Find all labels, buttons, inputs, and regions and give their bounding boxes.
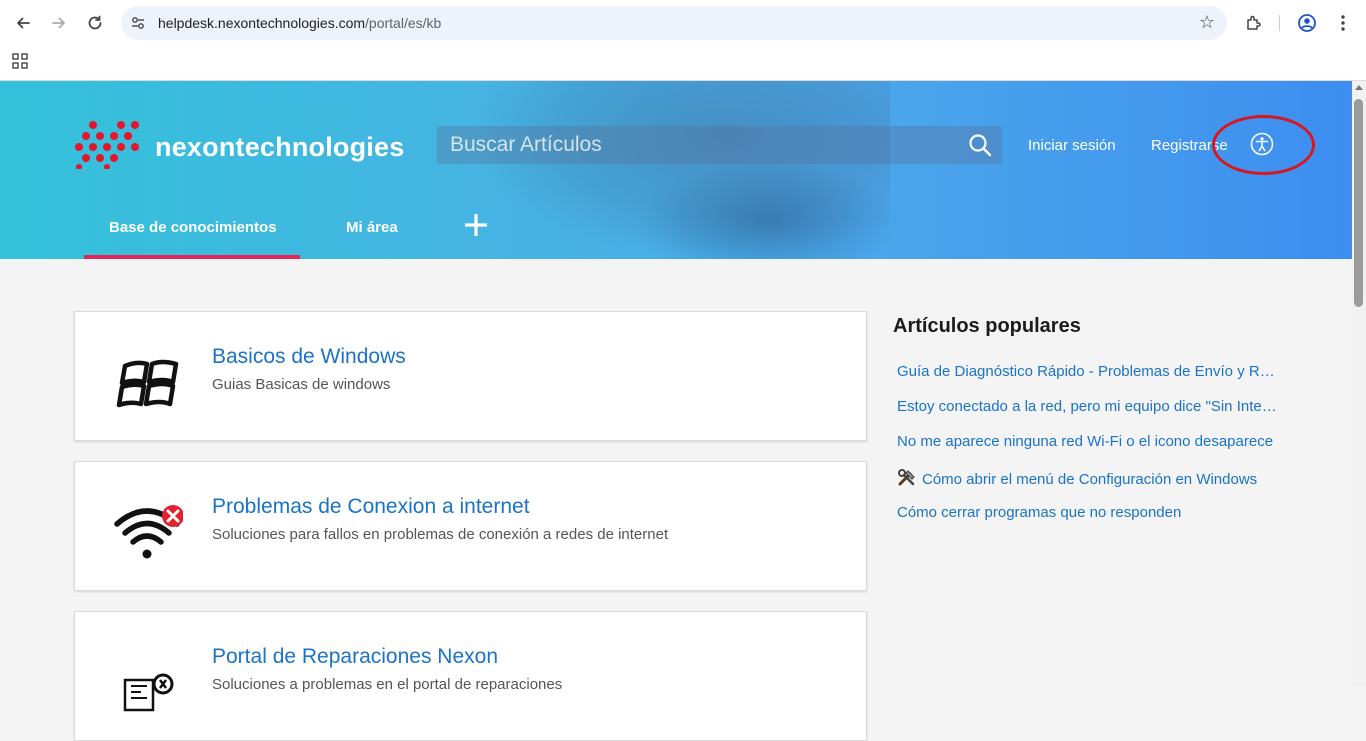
category-card-repairs[interactable]: Portal de Reparaciones Nexon Soluciones … bbox=[74, 611, 867, 741]
popular-article-label: Cómo abrir el menú de Configuración en W… bbox=[922, 471, 1258, 488]
active-tab-indicator bbox=[84, 255, 300, 259]
login-link[interactable]: Iniciar sesión bbox=[1028, 137, 1116, 154]
scrollbar-thumb[interactable] bbox=[1354, 99, 1363, 307]
bookmark-star-icon[interactable]: ☆ bbox=[1199, 12, 1215, 33]
card-title[interactable]: Portal de Reparaciones Nexon bbox=[212, 645, 498, 669]
popular-article-link[interactable]: Cómo cerrar programas que no responden bbox=[897, 504, 1277, 521]
popular-article-link[interactable]: Guía de Diagnóstico Rápido - Problemas d… bbox=[897, 363, 1277, 380]
card-description: Guias Basicas de windows bbox=[212, 376, 391, 393]
url-text: helpdesk.nexontechnologies.com/portal/es… bbox=[158, 15, 442, 31]
back-arrow-icon[interactable] bbox=[9, 9, 37, 37]
windows-icon bbox=[116, 359, 179, 408]
card-title[interactable]: Basicos de Windows bbox=[212, 345, 406, 369]
card-description: Soluciones para fallos en problemas de c… bbox=[212, 526, 669, 543]
apps-grid-icon[interactable] bbox=[12, 53, 28, 69]
brand-name[interactable]: nexontechnologies bbox=[155, 132, 404, 163]
portal-header: nexontechnologies Iniciar sesión Registr… bbox=[0, 81, 1352, 259]
search-box bbox=[437, 126, 1002, 164]
scroll-up-icon[interactable] bbox=[1355, 85, 1363, 90]
search-icon[interactable] bbox=[968, 133, 992, 157]
card-title[interactable]: Problemas de Conexion a internet bbox=[212, 495, 530, 519]
tools-icon bbox=[898, 469, 915, 486]
extensions-icon[interactable] bbox=[1240, 9, 1268, 37]
browser-toolbar: helpdesk.nexontechnologies.com/portal/es… bbox=[0, 0, 1366, 81]
page-scrollbar[interactable] bbox=[1352, 81, 1366, 686]
wifi-error-icon bbox=[114, 505, 183, 559]
plus-icon[interactable] bbox=[463, 212, 489, 238]
popular-article-link[interactable]: Estoy conectado a la red, pero mi equipo… bbox=[897, 398, 1277, 415]
more-menu-icon[interactable] bbox=[1329, 9, 1357, 37]
hero-background-shade bbox=[640, 161, 900, 259]
address-bar[interactable]: helpdesk.nexontechnologies.com/portal/es… bbox=[121, 6, 1227, 40]
popular-articles-title: Artículos populares bbox=[893, 315, 1081, 337]
popular-article-link[interactable]: No me aparece ninguna red Wi-Fi o el ico… bbox=[897, 433, 1277, 450]
profile-icon[interactable] bbox=[1293, 9, 1321, 37]
category-card-internet[interactable]: Problemas de Conexion a internet Solucio… bbox=[74, 461, 867, 591]
category-card-windows[interactable]: Basicos de Windows Guias Basicas de wind… bbox=[74, 311, 867, 441]
site-settings-icon[interactable] bbox=[130, 15, 146, 31]
circuit-repair-icon bbox=[123, 673, 174, 712]
popular-article-link[interactable]: Cómo abrir el menú de Configuración en W… bbox=[897, 469, 1277, 488]
tab-my-area[interactable]: Mi área bbox=[346, 219, 398, 236]
red-annotation-circle bbox=[1212, 115, 1315, 175]
nexon-logo-icon[interactable] bbox=[73, 119, 143, 169]
reload-icon[interactable] bbox=[81, 9, 109, 37]
card-description: Soluciones a problemas en el portal de r… bbox=[212, 676, 563, 693]
forward-arrow-icon[interactable] bbox=[45, 9, 73, 37]
search-input[interactable] bbox=[437, 126, 957, 164]
toolbar-divider bbox=[1279, 15, 1280, 31]
tab-knowledge-base[interactable]: Base de conocimientos bbox=[109, 219, 277, 236]
